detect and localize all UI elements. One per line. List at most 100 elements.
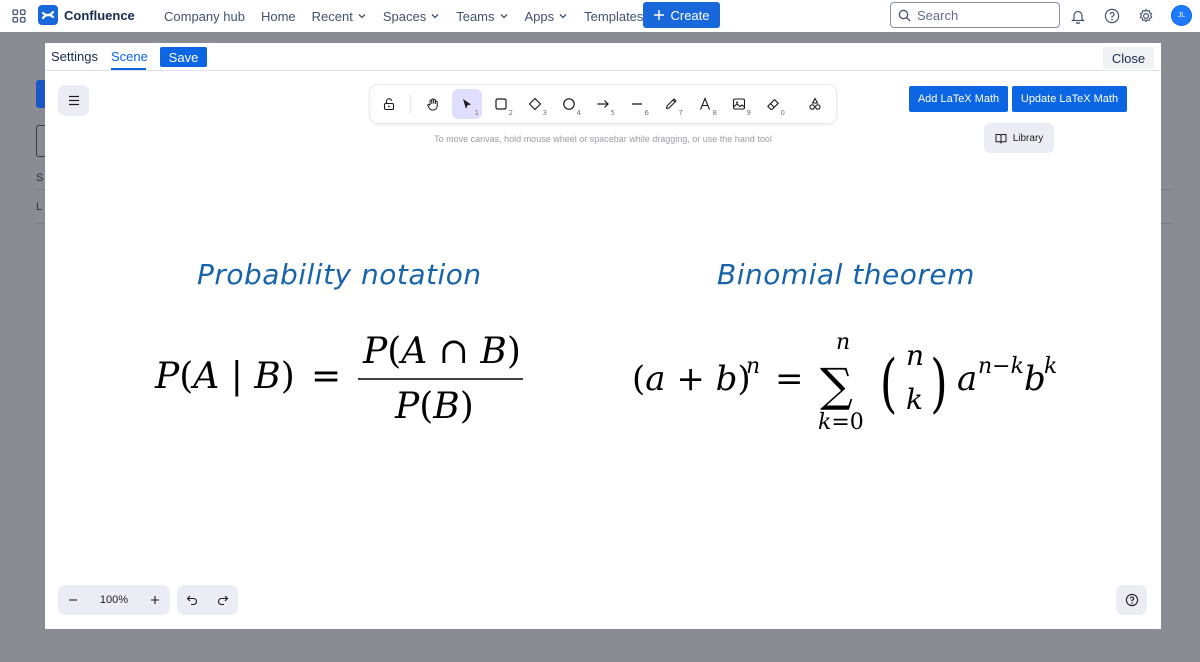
divider (1161, 223, 1172, 224)
svg-text:k=0: k=0 (818, 410, 864, 435)
svg-text:k: k (1044, 354, 1057, 379)
settings-gear-icon[interactable] (1136, 6, 1156, 26)
search-placeholder: Search (917, 7, 959, 23)
lock-tool[interactable] (374, 89, 404, 119)
binomial-formula[interactable]: (a + b) n = n ∑ k=0 ( n k ) a n−k b k (630, 323, 1070, 438)
shortcut-number: 4 (576, 109, 581, 117)
more-tools-button[interactable] (800, 89, 830, 119)
svg-text:=: = (775, 359, 804, 399)
chevron-down-icon (358, 14, 366, 19)
nav-teams[interactable]: Teams (448, 0, 516, 32)
nav-menu: Company hub Home Recent Spaces Teams App… (156, 0, 651, 32)
library-button[interactable]: Library (984, 123, 1054, 153)
library-label: Library (1012, 132, 1044, 144)
search-icon (898, 9, 911, 21)
canvas-help-button[interactable] (1116, 585, 1147, 615)
canvas-hint-text: To move canvas, hold mouse wheel or spac… (434, 134, 772, 144)
hand-tool[interactable] (418, 89, 448, 119)
image-tool[interactable]: 9 (724, 89, 754, 119)
svg-text:P(A ∩ B): P(A ∩ B) (362, 331, 521, 372)
draw-tool[interactable]: 7 (656, 89, 686, 119)
ellipse-tool[interactable]: 4 (554, 89, 584, 119)
image-icon (732, 98, 746, 110)
create-button[interactable]: Create (643, 2, 720, 28)
nav-recent[interactable]: Recent (304, 0, 375, 32)
text-tool[interactable]: 8 (690, 89, 720, 119)
active-tab-indicator (111, 68, 146, 70)
text-icon (699, 97, 711, 110)
notifications-bell-icon[interactable] (1068, 6, 1088, 26)
divider (1161, 189, 1172, 190)
undo-icon[interactable] (186, 594, 198, 606)
book-open-icon (995, 133, 1007, 143)
nav-templates[interactable]: Templates (576, 0, 651, 32)
tab-scene[interactable]: Scene (111, 49, 148, 64)
arrow-right-icon (597, 100, 609, 108)
history-controls (177, 585, 238, 615)
svg-text:P(A | B): P(A | B) (154, 356, 295, 397)
eraser-tool[interactable]: 0 (758, 89, 788, 119)
top-navigation: Confluence Company hub Home Recent Space… (0, 0, 1200, 32)
svg-text:b: b (1024, 359, 1046, 399)
rectangle-tool[interactable]: 2 (486, 89, 516, 119)
diamond-tool[interactable]: 3 (520, 89, 550, 119)
probability-notation-title[interactable]: Probability notation (197, 258, 482, 291)
line-icon (632, 103, 642, 105)
hamburger-menu-icon (68, 95, 79, 106)
modal-tab-bar: Settings Scene Save Close (45, 43, 1161, 71)
zoom-level[interactable]: 100% (88, 594, 140, 606)
nav-company-hub[interactable]: Company hub (156, 0, 253, 32)
close-button[interactable]: Close (1103, 47, 1154, 69)
ellipse-icon (563, 98, 575, 110)
user-avatar[interactable]: JL (1171, 5, 1192, 26)
plus-icon (151, 596, 159, 604)
svg-text:P(B): P(B) (394, 386, 474, 427)
arrow-tool[interactable]: 5 (588, 89, 618, 119)
zoom-out-button[interactable] (58, 585, 88, 615)
nav-label: Spaces (382, 8, 427, 24)
chevron-down-icon (559, 14, 567, 19)
nav-label: Teams (456, 8, 495, 24)
redo-icon[interactable] (217, 594, 229, 606)
search-input[interactable]: Search (890, 2, 1060, 28)
diamond-icon (528, 97, 542, 111)
binomial-theorem-title[interactable]: Binomial theorem (717, 258, 975, 291)
excalidraw-modal: Settings Scene Save Close 1 2 3 4 5 6 7 … (45, 43, 1161, 629)
shortcut-number: 7 (678, 109, 683, 117)
svg-text:k: k (906, 383, 923, 416)
save-button[interactable]: Save (160, 47, 207, 67)
app-switcher-icon[interactable] (12, 9, 26, 23)
svg-text:n: n (746, 354, 760, 379)
chevron-down-icon (431, 14, 439, 19)
add-latex-math-button[interactable]: Add LaTeX Math (909, 86, 1008, 112)
hand-icon (427, 98, 438, 111)
help-icon[interactable] (1102, 6, 1122, 26)
rectangle-icon (495, 98, 507, 110)
svg-text:n−k: n−k (978, 354, 1024, 379)
shortcut-number: 8 (712, 109, 717, 117)
toolbar-separator (410, 94, 411, 114)
selection-tool[interactable]: 1 (452, 89, 482, 119)
avatar-initials: JL (1177, 12, 1186, 19)
create-label: Create (670, 7, 710, 23)
nav-spaces[interactable]: Spaces (375, 0, 448, 32)
shortcut-number: 9 (746, 109, 751, 117)
minus-icon (69, 599, 77, 601)
svg-text:=: = (311, 356, 341, 397)
nav-home[interactable]: Home (253, 0, 304, 32)
zoom-in-button[interactable] (140, 585, 170, 615)
confluence-logo[interactable]: Confluence (38, 5, 135, 25)
background-label: L (36, 201, 43, 213)
shortcut-number: 6 (644, 109, 649, 117)
svg-text:n: n (906, 339, 924, 372)
line-tool[interactable]: 6 (622, 89, 652, 119)
shortcut-number: 1 (474, 109, 479, 117)
nav-apps[interactable]: Apps (517, 0, 577, 32)
shortcut-number: 0 (780, 109, 785, 117)
background-label: S (36, 172, 44, 184)
probability-formula[interactable]: P(A | B) = P(A ∩ B) P(B) (145, 323, 545, 433)
svg-text:n: n (836, 330, 850, 355)
tab-settings[interactable]: Settings (51, 49, 98, 64)
main-menu-button[interactable] (58, 85, 89, 116)
update-latex-math-button[interactable]: Update LaTeX Math (1012, 86, 1127, 112)
